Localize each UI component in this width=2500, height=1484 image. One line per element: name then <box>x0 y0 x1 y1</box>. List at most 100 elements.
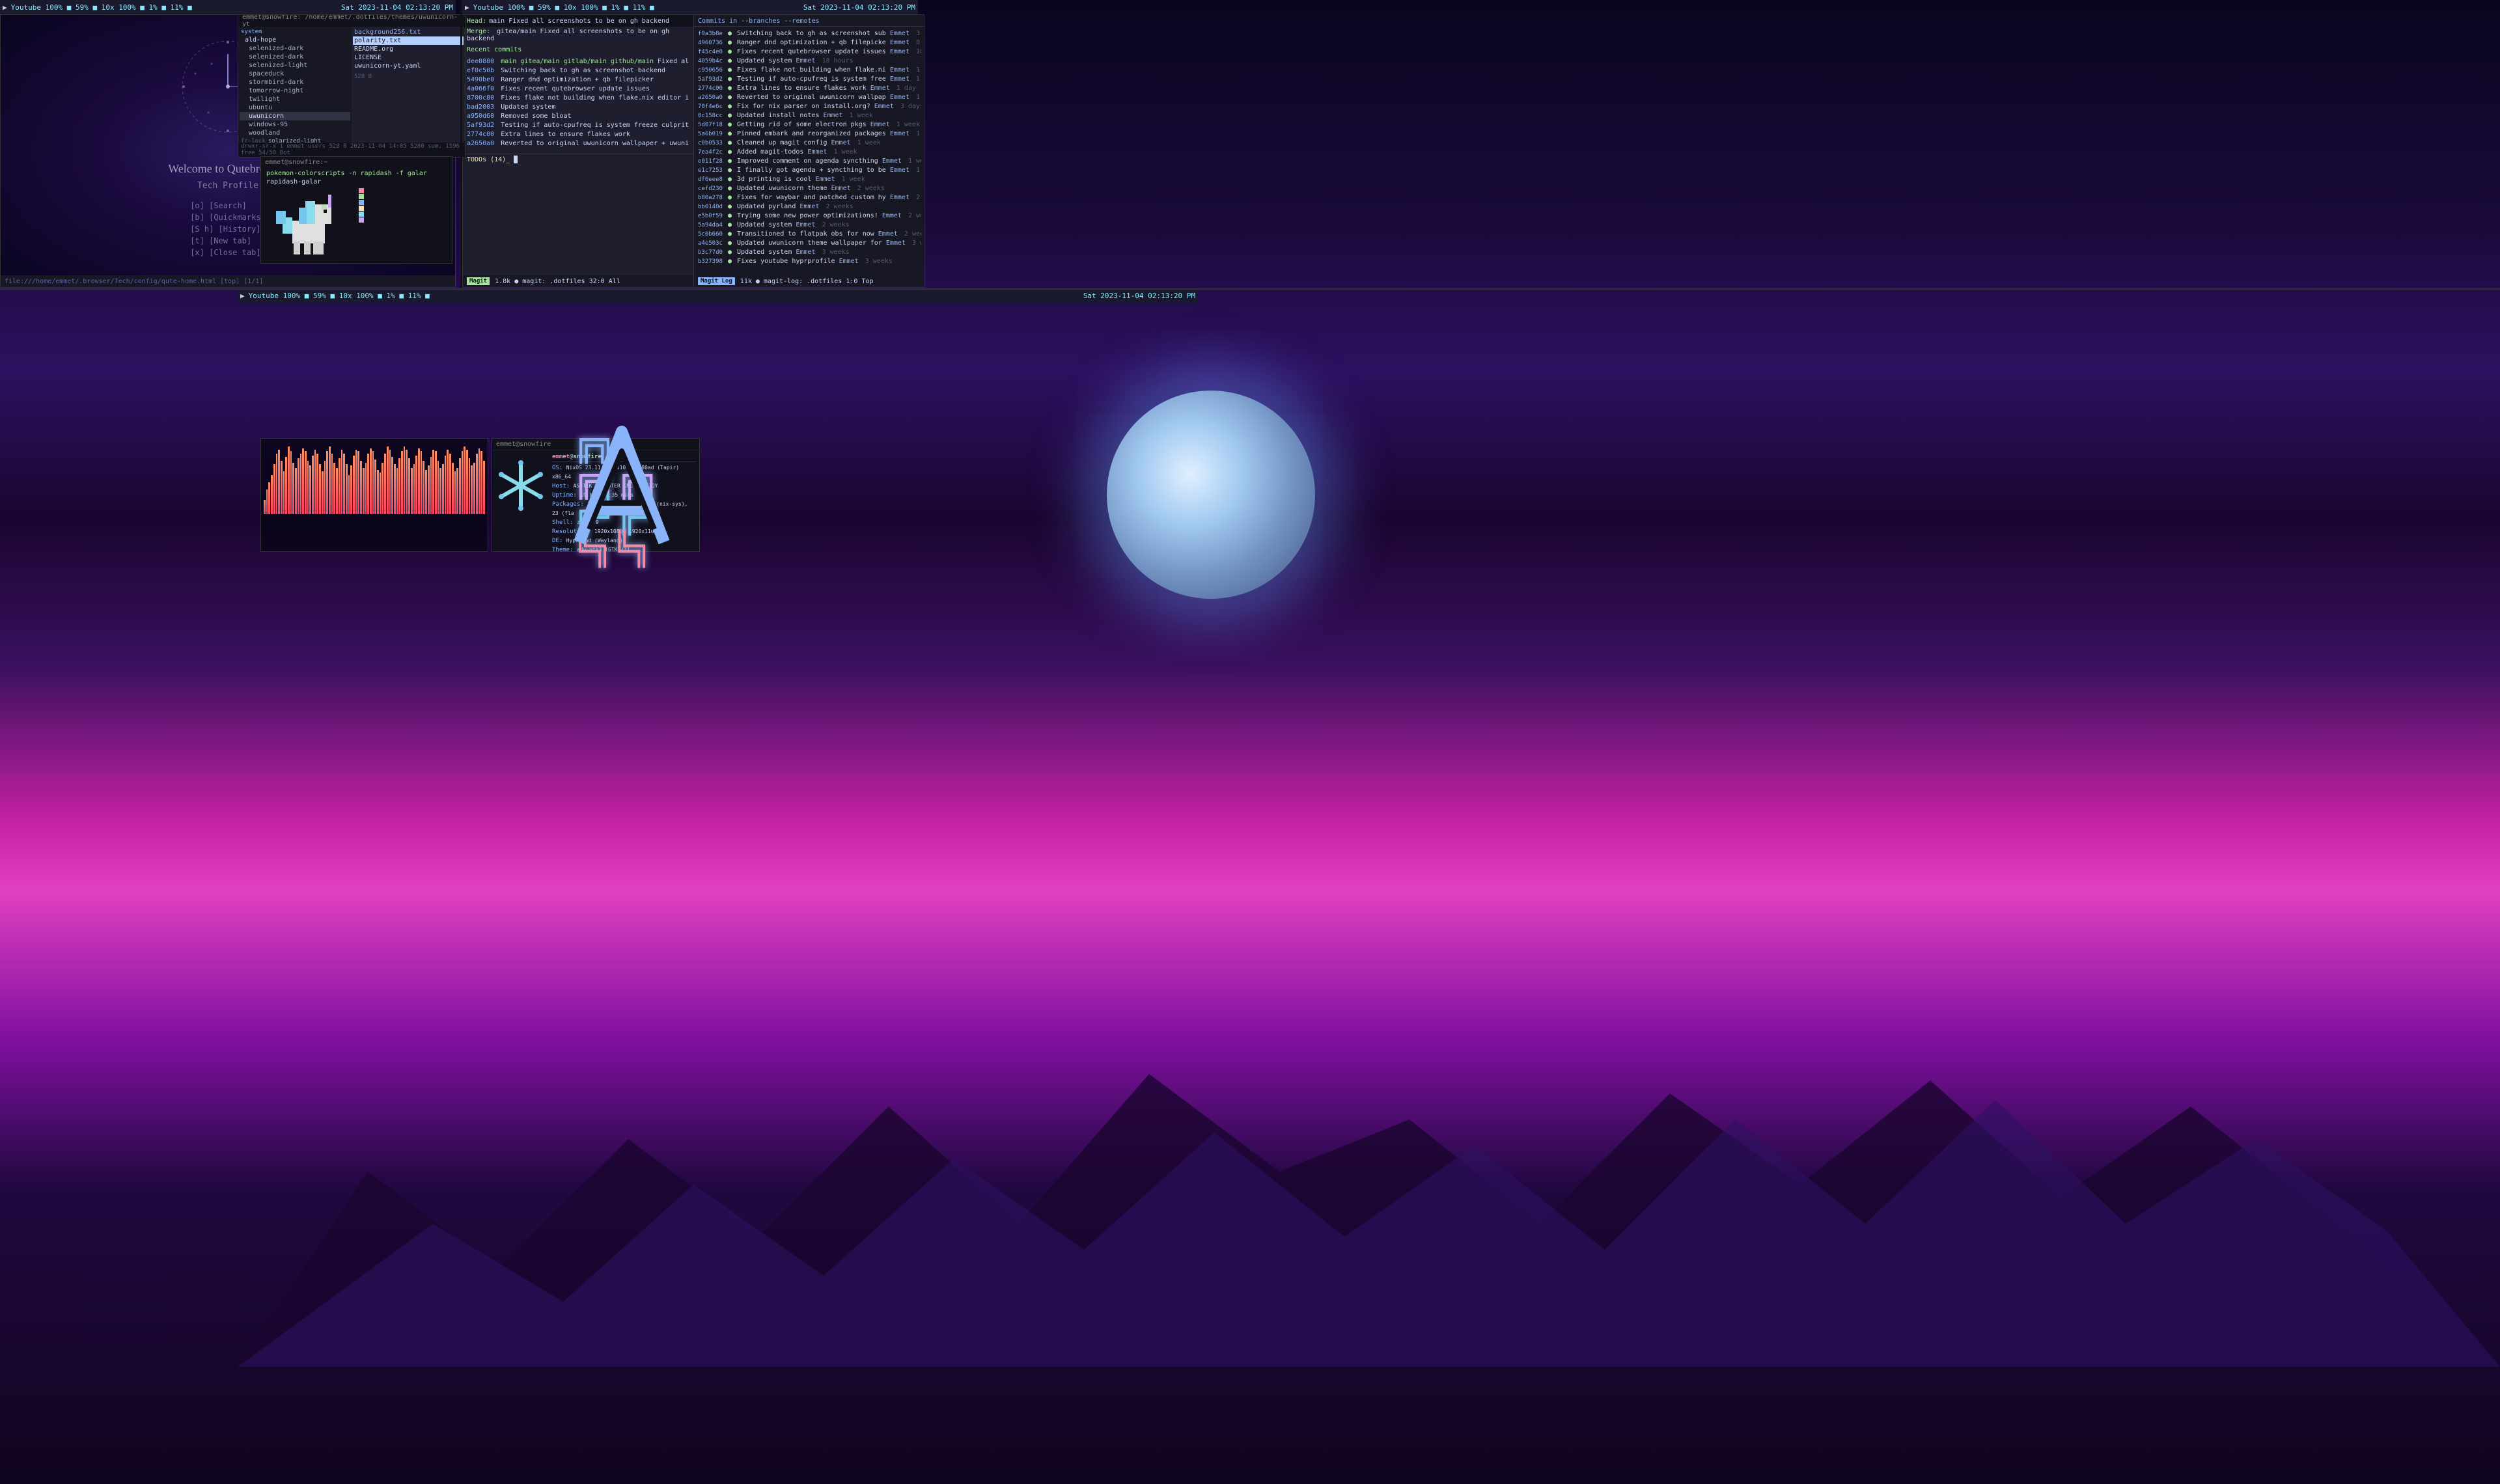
git-commit-row[interactable]: 8700c80 Fixes flake not building when fl… <box>467 94 689 103</box>
mountains-decoration <box>238 1041 2500 1367</box>
git-log-row[interactable]: f9a3b8e ● Switching back to gh as screen… <box>698 29 921 38</box>
list-item[interactable]: selenized-light <box>240 61 350 70</box>
music-bar <box>454 471 456 514</box>
git-log-row[interactable]: bb0140d ● Updated pyrland Emmet 2 weeks <box>698 202 921 212</box>
git-log-row[interactable]: e011f28 ● Improved comment on agenda syn… <box>698 157 921 166</box>
git-log-row[interactable]: 4059b4c ● Updated system Emmet 18 hours <box>698 57 921 66</box>
list-item[interactable]: ubuntu <box>240 103 350 112</box>
music-bar <box>377 470 379 514</box>
music-bar <box>336 468 338 515</box>
music-bar <box>307 461 309 515</box>
music-bar <box>442 464 444 514</box>
qute-menu-newtab[interactable]: [t] [New tab] <box>190 236 266 245</box>
git-log-row[interactable]: cefd230 ● Updated uwunicorn theme Emmet … <box>698 184 921 193</box>
git-log-row[interactable]: a4e503c ● Updated uwunicorn theme wallpa… <box>698 239 921 248</box>
recent-commits-title: Recent commits <box>463 44 693 55</box>
git-log-row[interactable]: 4960736 ● Ranger dnd optimization + qb f… <box>698 38 921 48</box>
git-log-row[interactable]: 5c0b660 ● Transitioned to flatpak obs fo… <box>698 230 921 239</box>
git-commit-row[interactable]: dee0880 main gitea/main gitlab/main gith… <box>467 57 689 66</box>
music-bar <box>350 465 352 514</box>
list-item[interactable]: uwunicorn-yt.yaml <box>353 62 464 70</box>
music-bar <box>438 461 439 515</box>
music-bar <box>268 482 270 515</box>
list-item[interactable]: woodland <box>240 129 350 137</box>
git-log-row[interactable]: 2774c00 ● Extra lines to ensure flakes w… <box>698 84 921 93</box>
qute-subtitle: Tech Profile <box>197 181 258 191</box>
music-bar <box>394 464 396 514</box>
music-bar <box>464 447 465 515</box>
git-commit-row[interactable]: ef0c50b Switching back to gh as screensh… <box>467 66 689 76</box>
music-bar <box>404 447 406 515</box>
music-bar <box>411 468 413 515</box>
list-item[interactable]: LICENSE <box>353 53 464 62</box>
topbar-bottom-right: Sat 2023-11-04 02:13:20 PM <box>592 288 1198 303</box>
git-commit-row[interactable]: bad2003 Updated system <box>467 103 689 112</box>
music-bar <box>423 461 424 515</box>
list-item[interactable]: twilight <box>240 95 350 103</box>
topbar-right: ▶ Youtube 100% ■ 59% ■ 10x 100% ■ 1% ■ 1… <box>462 0 918 14</box>
qute-menu-history[interactable]: [S h] [History] <box>190 225 266 234</box>
git-commit-row[interactable]: 5490be0 Ranger dnd optimization + qb fil… <box>467 76 689 85</box>
music-bar <box>322 471 324 514</box>
git-commit-row[interactable]: 4a066f0 Fixes recent qutebrowser update … <box>467 85 689 94</box>
git-log-row[interactable]: df6eee8 ● 3d printing is cool Emmet 1 we… <box>698 175 921 184</box>
qute-menu-quickmarks[interactable]: [b] [Quickmarks] <box>190 213 266 222</box>
music-bar <box>346 464 348 514</box>
topbar-right-status: Youtube 100% ■ 59% ■ 10x 100% ■ 1% ■ 11%… <box>473 3 654 12</box>
magit-log-pane: Commits in --branches --remotes f9a3b8e … <box>694 15 924 287</box>
git-log-row[interactable]: 5a6b019 ● Pinned embark and reorganized … <box>698 130 921 139</box>
list-item[interactable]: README.org <box>353 45 464 53</box>
list-item[interactable]: tomorrow-night <box>240 87 350 95</box>
git-log-row[interactable]: a2650a0 ● Reverted to original uwunicorn… <box>698 93 921 102</box>
list-item[interactable]: spaceduck <box>240 70 350 78</box>
git-log-row[interactable]: 0c158cc ● Updated install notes Emmet 1 … <box>698 111 921 120</box>
git-log-row[interactable]: f45c4e0 ● Fixes recent qutebrowser updat… <box>698 48 921 57</box>
music-bar <box>264 500 266 514</box>
files-prompt-line: drwxr-sr-x 1 emmet users 528 B 2023-11-0… <box>238 143 465 157</box>
git-log-row[interactable]: 70f4e6c ● Fix for nix parser on install.… <box>698 102 921 111</box>
qute-menu-closetab[interactable]: [x] [Close tab] <box>190 248 266 257</box>
magit-merge-line: Merge: gitea/main Fixed all screenshots … <box>463 27 693 44</box>
git-log-row[interactable]: 5af93d2 ● Testing if auto-cpufreq is sys… <box>698 75 921 84</box>
music-bar <box>300 454 302 515</box>
git-log-row[interactable]: e5b0f59 ● Trying some new power optimiza… <box>698 212 921 221</box>
music-bar <box>367 454 369 515</box>
music-bar <box>357 451 359 514</box>
music-bar <box>428 465 430 514</box>
git-commit-row[interactable]: a950d60 Removed some bloat <box>467 112 689 121</box>
list-item-highlight[interactable]: polarity.txt <box>353 36 464 45</box>
music-bar <box>387 447 389 515</box>
topbar-bl-youtube-icon: ▶ <box>240 292 245 300</box>
git-log-row[interactable]: b3c77d0 ● Updated system Emmet 3 weeks <box>698 248 921 257</box>
music-bar <box>418 448 420 514</box>
list-item[interactable]: background256.txt <box>353 28 464 36</box>
music-bar <box>391 457 393 514</box>
music-bar <box>471 465 473 514</box>
music-bar <box>305 451 307 514</box>
music-bar <box>339 458 340 514</box>
git-commit-row[interactable]: 2774c00 Extra lines to ensure flakes wor… <box>467 130 689 139</box>
music-bar <box>365 463 367 514</box>
git-log-row[interactable]: b327398 ● Fixes youtube hyprprofile Emme… <box>698 257 921 266</box>
music-bar <box>447 450 449 514</box>
git-commit-row[interactable]: 5af93d2 Testing if auto-cpufreq is syste… <box>467 121 689 130</box>
list-item[interactable]: ald-hope <box>240 36 350 44</box>
list-item[interactable]: stormbird-dark <box>240 78 350 87</box>
git-log-row[interactable]: 7ea4f2c ● Added magit-todos Emmet 1 week <box>698 148 921 157</box>
list-item[interactable]: selenized-dark <box>240 44 350 53</box>
git-log-row[interactable]: 5a94da4 ● Updated system Emmet 2 weeks <box>698 221 921 230</box>
list-item-selected[interactable]: uwunicorn <box>240 112 350 120</box>
qute-menu-search[interactable]: [o] [Search] <box>190 201 266 210</box>
magit-statusbar-left: Magit 1.8k ● magit: .dotfiles 32:0 All <box>463 275 693 287</box>
list-item[interactable]: selenized-dark <box>240 53 350 61</box>
git-log-row[interactable]: c0b0533 ● Cleaned up magit config Emmet … <box>698 139 921 148</box>
git-log-row[interactable]: e1c7253 ● I finally got agenda + syncthi… <box>698 166 921 175</box>
topbar-bl-status: Youtube 100% ■ 59% ■ 10x 100% ■ 1% ■ 11%… <box>249 292 430 300</box>
git-commit-row[interactable]: a2650a0 Reverted to original uwunicorn w… <box>467 139 689 148</box>
git-log-row[interactable]: c950656 ● Fixes flake not building when … <box>698 66 921 75</box>
music-bar <box>425 470 427 514</box>
list-item[interactable]: windows-95 <box>240 120 350 129</box>
music-bar <box>398 458 400 514</box>
git-log-row[interactable]: 5d07f18 ● Getting rid of some electron p… <box>698 120 921 130</box>
git-log-row[interactable]: b80a278 ● Fixes for waybar and patched c… <box>698 193 921 202</box>
